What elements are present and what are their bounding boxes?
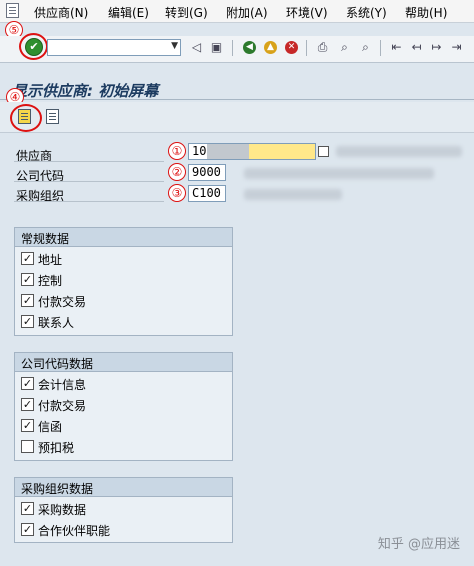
search-help-icon[interactable]: [318, 146, 329, 157]
back-triangle-icon[interactable]: ◁: [190, 41, 203, 54]
group-title-text: 采购组织数据: [21, 482, 94, 496]
checkbox-label: 会计信息: [38, 378, 87, 392]
print-icon[interactable]: ⎙: [316, 41, 329, 54]
back-icon[interactable]: ◀: [243, 41, 256, 54]
checkbox[interactable]: [21, 440, 34, 453]
first-page-icon[interactable]: ⇤: [390, 41, 403, 54]
cancel-icon[interactable]: ✕: [285, 41, 298, 54]
checkbox[interactable]: ✓: [21, 273, 34, 286]
label-underline: [14, 161, 164, 162]
check-icon[interactable]: ✔: [25, 38, 43, 56]
supplier-value: 10: [192, 144, 207, 158]
group-title: 公司代码数据: [15, 353, 232, 372]
page-title: 显示供应商: 初始屏幕: [12, 82, 159, 100]
checkbox-label: 预扣税: [38, 441, 75, 455]
group-title-text: 公司代码数据: [21, 357, 94, 371]
checkbox[interactable]: ✓: [21, 419, 34, 432]
exit-icon[interactable]: ▲: [264, 41, 277, 54]
checkbox-label: 地址: [38, 253, 63, 267]
menu-document-icon[interactable]: [6, 3, 19, 18]
purchasing-org-input[interactable]: C100: [188, 185, 226, 202]
company-code-value: 9000: [192, 165, 221, 179]
company-code-data-group: 公司代码数据 ✓ 会计信息 ✓ 付款交易 ✓ 信函 预扣税: [14, 352, 233, 461]
label-underline: [14, 181, 164, 182]
checkbox-label: 联系人: [38, 316, 75, 330]
last-page-icon[interactable]: ⇥: [450, 41, 463, 54]
annotation-1: ①: [168, 142, 186, 160]
checkbox[interactable]: ✓: [21, 398, 34, 411]
menu-bar: 供应商(N) 编辑(E) 转到(G) 附加(A) 环境(V) 系统(Y) 帮助(…: [0, 0, 474, 23]
redacted-purchasing-org-name: [244, 189, 342, 200]
toolbar-separator: [306, 40, 307, 56]
checkbox-label: 合作伙伴职能: [38, 524, 111, 538]
menu-help[interactable]: 帮助(H): [405, 4, 447, 21]
command-field[interactable]: ▼: [47, 39, 181, 56]
find-next-icon[interactable]: ⌕: [359, 41, 372, 54]
checkbox-label: 付款交易: [38, 399, 87, 413]
checkbox-label: 采购数据: [38, 503, 87, 517]
menu-goto[interactable]: 转到(G): [165, 4, 208, 21]
checkbox-label: 付款交易: [38, 295, 87, 309]
label-underline: [14, 201, 164, 202]
menu-extras[interactable]: 附加(A): [226, 4, 268, 21]
menu-system[interactable]: 系统(Y): [346, 4, 387, 21]
menu-environment[interactable]: 环境(V): [286, 4, 328, 21]
find-icon[interactable]: ⌕: [338, 41, 351, 54]
group-title: 常规数据: [15, 228, 232, 247]
watermark: 知乎 @应用迷: [377, 537, 460, 552]
general-data-group: 常规数据 ✓ 地址 ✓ 控制 ✓ 付款交易 ✓ 联系人: [14, 227, 233, 336]
purchasing-org-value: C100: [192, 186, 221, 200]
checkbox[interactable]: ✓: [21, 523, 34, 536]
chevron-down-icon[interactable]: ▼: [171, 41, 178, 51]
checkbox[interactable]: ✓: [21, 502, 34, 515]
menu-edit[interactable]: 编辑(E): [108, 4, 149, 21]
checkbox-label: 信函: [38, 420, 63, 434]
redacted-supplier-name: [336, 146, 462, 157]
supplier-input[interactable]: 10: [188, 143, 316, 160]
checkbox-label: 控制: [38, 274, 63, 288]
checkbox[interactable]: ✓: [21, 294, 34, 307]
checkbox[interactable]: ✓: [21, 377, 34, 390]
application-toolbar: [0, 102, 474, 133]
redacted-company-name: [244, 168, 434, 179]
annotation-2: ②: [168, 163, 186, 181]
annotation-3: ③: [168, 184, 186, 202]
other-document-icon[interactable]: [46, 109, 59, 124]
group-title: 采购组织数据: [15, 478, 232, 497]
next-page-icon[interactable]: ↦: [430, 41, 443, 54]
checkbox[interactable]: ✓: [21, 315, 34, 328]
toolbar-separator: [380, 40, 381, 56]
menu-supplier[interactable]: 供应商(N): [34, 4, 88, 21]
save-icon[interactable]: ▣: [210, 41, 223, 54]
group-title-text: 常规数据: [21, 232, 70, 246]
prev-page-icon[interactable]: ↤: [410, 41, 423, 54]
toolbar-separator: [232, 40, 233, 56]
purchasing-org-data-group: 采购组织数据 ✓ 采购数据 ✓ 合作伙伴职能: [14, 477, 233, 543]
checkbox[interactable]: ✓: [21, 252, 34, 265]
company-code-input[interactable]: 9000: [188, 164, 226, 181]
select-data-icon[interactable]: [18, 109, 31, 124]
